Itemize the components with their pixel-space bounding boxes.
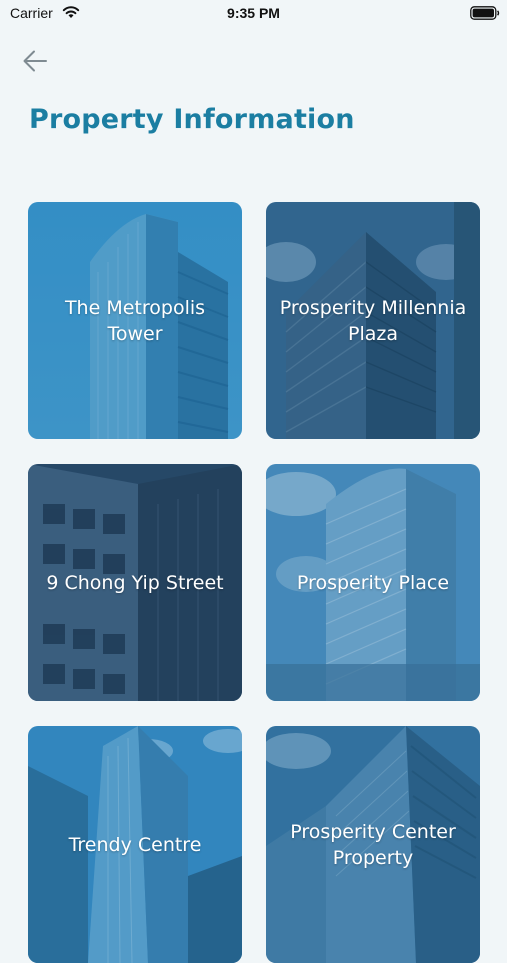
property-card-prosperity-place[interactable]: Prosperity Place [266,464,480,701]
property-card-prosperity-center-property[interactable]: Prosperity Center Property [266,726,480,963]
property-label: Prosperity Millennia Plaza [279,296,467,345]
property-grid: The Metropolis Tower Prosperity Millenni… [28,202,480,963]
battery-icon [470,6,500,20]
property-label: Trendy Centre [68,833,202,856]
property-card-prosperity-millennia-plaza[interactable]: Prosperity Millennia Plaza [266,202,480,439]
property-label: The Metropolis Tower [64,296,206,345]
back-button[interactable] [18,44,52,78]
property-label: Prosperity Place [296,571,450,594]
status-time: 9:35 PM [227,5,280,21]
property-label: Prosperity Center Property [290,820,456,869]
property-label: 9 Chong Yip Street [46,571,224,594]
property-card-trendy-centre[interactable]: Trendy Centre [28,726,242,963]
page-title: Property Information [29,104,355,135]
property-card-9-chong-yip-street[interactable]: 9 Chong Yip Street [28,464,242,701]
property-card-the-metropolis-tower[interactable]: The Metropolis Tower [28,202,242,439]
arrow-left-icon [23,50,47,72]
status-bar: Carrier 9:35 PM [0,0,507,30]
